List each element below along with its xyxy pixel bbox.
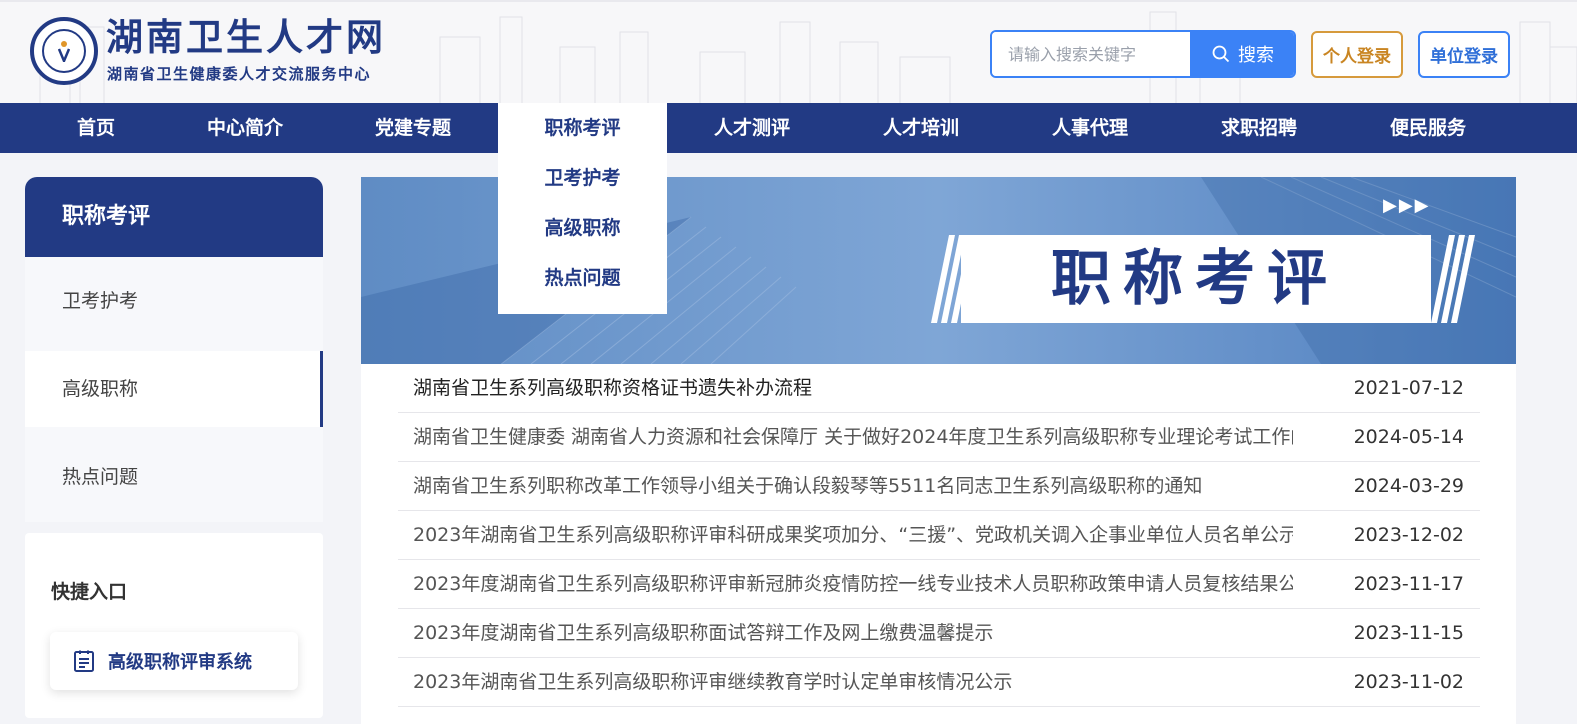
news-title[interactable]: 2023年度湖南省卫生系列高级职称面试答辩工作及网上缴费温馨提示 bbox=[413, 609, 1293, 658]
dropdown-item-health-exam[interactable]: 卫考护考 bbox=[498, 153, 667, 203]
news-row[interactable]: 2023年湖南省卫生系列高级职称评审继续教育学时认定单审核情况公示 2023-1… bbox=[398, 658, 1480, 707]
nav-item-about[interactable]: 中心简介 bbox=[200, 103, 290, 153]
site-subtitle: 湖南省卫生健康委人才交流服务中心 bbox=[107, 65, 372, 83]
senior-title-review-system-button[interactable]: 高级职称评审系统 bbox=[50, 632, 298, 690]
site-logo[interactable] bbox=[30, 17, 98, 85]
news-row[interactable]: 2023年度湖南省卫生系列高级职称面试答辩工作及网上缴费温馨提示 2023-11… bbox=[398, 609, 1480, 658]
nav-item-jobs[interactable]: 求职招聘 bbox=[1214, 103, 1304, 153]
unit-login-button[interactable]: 单位登录 bbox=[1418, 31, 1510, 78]
nav-item-title-evaluation[interactable]: 职称考评 bbox=[498, 103, 667, 153]
news-title[interactable]: 2023年湖南省卫生系列高级职称评审科研成果奖项加分、“三援”、党政机关调入企事… bbox=[413, 511, 1293, 560]
news-date: 2023-11-17 bbox=[1353, 573, 1464, 595]
quick-entry-title: 快捷入口 bbox=[51, 581, 128, 603]
main-nav: 首页 中心简介 党建专题 职称考评 人才测评 人才培训 人事代理 求职招聘 便民… bbox=[0, 103, 1577, 153]
nav-item-personnel-agency[interactable]: 人事代理 bbox=[1045, 103, 1135, 153]
news-title[interactable]: 湖南省卫生系列职称改革工作领导小组关于确认段毅琴等5511名同志卫生系列高级职称… bbox=[413, 462, 1293, 511]
site-title: 湖南卫生人才网 bbox=[106, 16, 386, 59]
news-list: 湖南省卫生系列高级职称资格证书遗失补办流程 2021-07-12 湖南省卫生健康… bbox=[398, 364, 1480, 707]
sidebar-item-hot-issues[interactable]: 热点问题 bbox=[25, 433, 323, 521]
quick-entry-card: 快捷入口 高级职称评审系统 bbox=[25, 533, 323, 718]
news-date: 2023-11-15 bbox=[1353, 622, 1464, 644]
news-date: 2023-11-02 bbox=[1353, 671, 1464, 693]
news-date: 2021-07-12 bbox=[1353, 377, 1464, 399]
sidebar-item-senior-title[interactable]: 高级职称 bbox=[25, 351, 323, 427]
news-row[interactable]: 2023年度湖南省卫生系列高级职称评审新冠肺炎疫情防控一线专业技术人员职称政策申… bbox=[398, 560, 1480, 609]
nav-item-home[interactable]: 首页 bbox=[56, 103, 136, 153]
news-row[interactable]: 湖南省卫生健康委 湖南省人力资源和社会保障厅 关于做好2024年度卫生系列高级职… bbox=[398, 413, 1480, 462]
nav-dropdown: 卫考护考 高级职称 热点问题 bbox=[498, 153, 667, 314]
seal-logo-icon bbox=[42, 29, 86, 73]
search-icon bbox=[1212, 45, 1230, 63]
news-title[interactable]: 2023年湖南省卫生系列高级职称评审继续教育学时认定单审核情况公示 bbox=[413, 658, 1293, 707]
banner-title: 职称考评 bbox=[1051, 244, 1339, 314]
nav-item-talent-assessment[interactable]: 人才测评 bbox=[707, 103, 797, 153]
site-header: 湖南卫生人才网 湖南省卫生健康委人才交流服务中心 搜索 个人登录 单位登录 bbox=[0, 0, 1577, 103]
search-input[interactable] bbox=[992, 32, 1188, 76]
news-title[interactable]: 湖南省卫生系列高级职称资格证书遗失补办流程 bbox=[413, 364, 1293, 413]
nav-item-party[interactable]: 党建专题 bbox=[368, 103, 458, 153]
news-date: 2024-05-14 bbox=[1353, 426, 1464, 448]
dropdown-item-senior-title[interactable]: 高级职称 bbox=[498, 203, 667, 253]
quick-button-label: 高级职称评审系统 bbox=[108, 652, 252, 673]
dropdown-item-hot-issues[interactable]: 热点问题 bbox=[498, 253, 667, 303]
news-row[interactable]: 湖南省卫生系列高级职称资格证书遗失补办流程 2021-07-12 bbox=[398, 364, 1480, 413]
news-title[interactable]: 湖南省卫生健康委 湖南省人力资源和社会保障厅 关于做好2024年度卫生系列高级职… bbox=[413, 413, 1293, 462]
news-row[interactable]: 2023年湖南省卫生系列高级职称评审科研成果奖项加分、“三援”、党政机关调入企事… bbox=[398, 511, 1480, 560]
news-row[interactable]: 湖南省卫生系列职称改革工作领导小组关于确认段毅琴等5511名同志卫生系列高级职称… bbox=[398, 462, 1480, 511]
sidebar-item-health-exam[interactable]: 卫考护考 bbox=[25, 257, 323, 345]
sidebar-heading: 职称考评 bbox=[25, 177, 323, 257]
nav-item-services[interactable]: 便民服务 bbox=[1383, 103, 1473, 153]
search-button[interactable]: 搜索 bbox=[1190, 32, 1294, 76]
news-date: 2023-12-02 bbox=[1353, 524, 1464, 546]
nav-item-talent-training[interactable]: 人才培训 bbox=[876, 103, 966, 153]
banner-arrows: ▶▶▶ bbox=[1383, 195, 1431, 216]
personal-login-button[interactable]: 个人登录 bbox=[1311, 31, 1403, 78]
search-box: 搜索 bbox=[990, 30, 1296, 78]
news-title[interactable]: 2023年度湖南省卫生系列高级职称评审新冠肺炎疫情防控一线专业技术人员职称政策申… bbox=[413, 560, 1293, 609]
search-button-label: 搜索 bbox=[1238, 45, 1274, 66]
news-date: 2024-03-29 bbox=[1353, 475, 1464, 497]
clipboard-icon bbox=[74, 650, 94, 672]
sidebar: 职称考评 卫考护考 高级职称 热点问题 bbox=[25, 177, 323, 522]
